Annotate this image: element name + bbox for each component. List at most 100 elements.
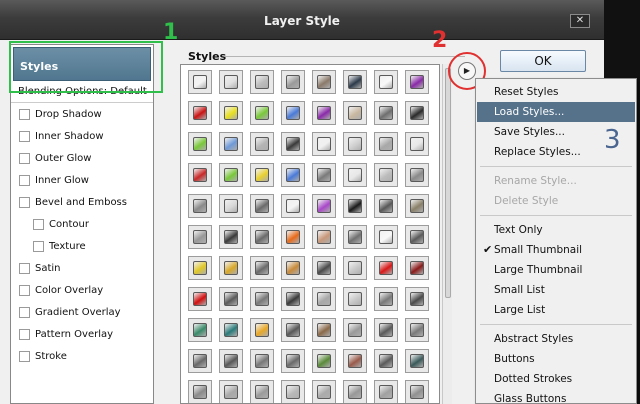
style-swatch[interactable] <box>374 194 398 218</box>
style-swatch[interactable] <box>374 163 398 187</box>
style-swatch[interactable] <box>188 349 212 373</box>
style-swatch[interactable] <box>281 163 305 187</box>
style-swatch[interactable] <box>250 194 274 218</box>
sidebar-item-contour[interactable]: Contour <box>11 213 153 235</box>
style-swatch[interactable] <box>312 349 336 373</box>
style-swatch[interactable] <box>250 132 274 156</box>
style-swatch[interactable] <box>374 380 398 403</box>
style-swatch[interactable] <box>250 256 274 280</box>
style-swatch[interactable] <box>281 132 305 156</box>
style-swatch[interactable] <box>312 163 336 187</box>
styles-scrollbar[interactable] <box>442 64 452 404</box>
style-swatch[interactable] <box>312 318 336 342</box>
style-swatch[interactable] <box>374 287 398 311</box>
sidebar-item-inner-shadow[interactable]: Inner Shadow <box>11 125 153 147</box>
menu-item-small-thumbnail[interactable]: ✔ Small Thumbnail <box>477 240 635 260</box>
style-swatch[interactable] <box>343 132 367 156</box>
style-swatch[interactable] <box>374 349 398 373</box>
style-swatch[interactable] <box>250 349 274 373</box>
menu-item-dotted-strokes[interactable]: Dotted Strokes <box>477 369 635 389</box>
style-swatch[interactable] <box>250 318 274 342</box>
style-swatch[interactable] <box>312 256 336 280</box>
style-swatch[interactable] <box>343 318 367 342</box>
menu-item-abstract-styles[interactable]: Abstract Styles <box>477 329 635 349</box>
style-swatch[interactable] <box>405 287 429 311</box>
style-swatch[interactable] <box>281 287 305 311</box>
sidebar-item-satin[interactable]: Satin <box>11 257 153 279</box>
sidebar-item-inner-glow[interactable]: Inner Glow <box>11 169 153 191</box>
style-swatch[interactable] <box>250 225 274 249</box>
style-swatch[interactable] <box>343 349 367 373</box>
style-swatch[interactable] <box>312 132 336 156</box>
style-swatch[interactable] <box>343 225 367 249</box>
style-swatch[interactable] <box>219 318 243 342</box>
effect-checkbox[interactable] <box>19 152 30 164</box>
effect-checkbox[interactable] <box>33 218 44 230</box>
style-swatch[interactable] <box>405 163 429 187</box>
style-swatch[interactable] <box>219 287 243 311</box>
style-swatch[interactable] <box>281 70 305 94</box>
style-swatch[interactable] <box>374 70 398 94</box>
style-swatch[interactable] <box>405 132 429 156</box>
sidebar-item-outer-glow[interactable]: Outer Glow <box>11 147 153 169</box>
sidebar-item-color-overlay[interactable]: Color Overlay <box>11 279 153 301</box>
style-swatch[interactable] <box>281 101 305 125</box>
style-swatch[interactable] <box>312 225 336 249</box>
style-swatch[interactable] <box>188 287 212 311</box>
menu-item-reset-styles[interactable]: Reset Styles <box>477 82 635 102</box>
style-swatch[interactable] <box>188 225 212 249</box>
style-swatch[interactable] <box>281 225 305 249</box>
style-swatch[interactable] <box>281 318 305 342</box>
style-swatch[interactable] <box>343 380 367 403</box>
sidebar-item-drop-shadow[interactable]: Drop Shadow <box>11 103 153 125</box>
style-swatch[interactable] <box>219 101 243 125</box>
sidebar-item-stroke[interactable]: Stroke <box>11 345 153 367</box>
style-swatch[interactable] <box>188 101 212 125</box>
effect-checkbox[interactable] <box>19 174 30 186</box>
style-swatch[interactable] <box>250 287 274 311</box>
style-swatch[interactable] <box>343 287 367 311</box>
style-swatch[interactable] <box>343 70 367 94</box>
sidebar-item-pattern-overlay[interactable]: Pattern Overlay <box>11 323 153 345</box>
style-swatch[interactable] <box>188 318 212 342</box>
style-swatch[interactable] <box>343 194 367 218</box>
style-swatch[interactable] <box>188 194 212 218</box>
sidebar-item-texture[interactable]: Texture <box>11 235 153 257</box>
menu-item-small-list[interactable]: Small List <box>477 280 635 300</box>
style-swatch[interactable] <box>281 349 305 373</box>
style-swatch[interactable] <box>405 380 429 403</box>
style-swatch[interactable] <box>219 225 243 249</box>
style-swatch[interactable] <box>374 132 398 156</box>
style-swatch[interactable] <box>188 380 212 403</box>
style-swatch[interactable] <box>405 194 429 218</box>
style-swatch[interactable] <box>405 101 429 125</box>
style-swatch[interactable] <box>405 225 429 249</box>
style-swatch[interactable] <box>250 380 274 403</box>
scrollbar-thumb[interactable] <box>445 68 451 298</box>
style-swatch[interactable] <box>312 380 336 403</box>
effect-checkbox[interactable] <box>19 130 30 142</box>
style-swatch[interactable] <box>188 163 212 187</box>
effect-checkbox[interactable] <box>33 240 44 252</box>
effect-checkbox[interactable] <box>19 350 30 362</box>
style-swatch[interactable] <box>188 70 212 94</box>
style-swatch[interactable] <box>343 256 367 280</box>
effect-checkbox[interactable] <box>19 196 30 208</box>
style-swatch[interactable] <box>374 225 398 249</box>
menu-item-large-thumbnail[interactable]: Large Thumbnail <box>477 260 635 280</box>
style-swatch[interactable] <box>219 163 243 187</box>
style-swatch[interactable] <box>188 256 212 280</box>
style-swatch[interactable] <box>374 318 398 342</box>
style-swatch[interactable] <box>250 101 274 125</box>
style-swatch[interactable] <box>405 318 429 342</box>
effect-checkbox[interactable] <box>19 108 30 120</box>
menu-item-large-list[interactable]: Large List <box>477 300 635 320</box>
style-swatch[interactable] <box>343 163 367 187</box>
style-swatch[interactable] <box>281 380 305 403</box>
style-swatch[interactable] <box>219 194 243 218</box>
ok-button[interactable]: OK <box>500 50 586 72</box>
style-swatch[interactable] <box>312 101 336 125</box>
effect-checkbox[interactable] <box>19 328 30 340</box>
style-swatch[interactable] <box>405 349 429 373</box>
effect-checkbox[interactable] <box>19 284 30 296</box>
